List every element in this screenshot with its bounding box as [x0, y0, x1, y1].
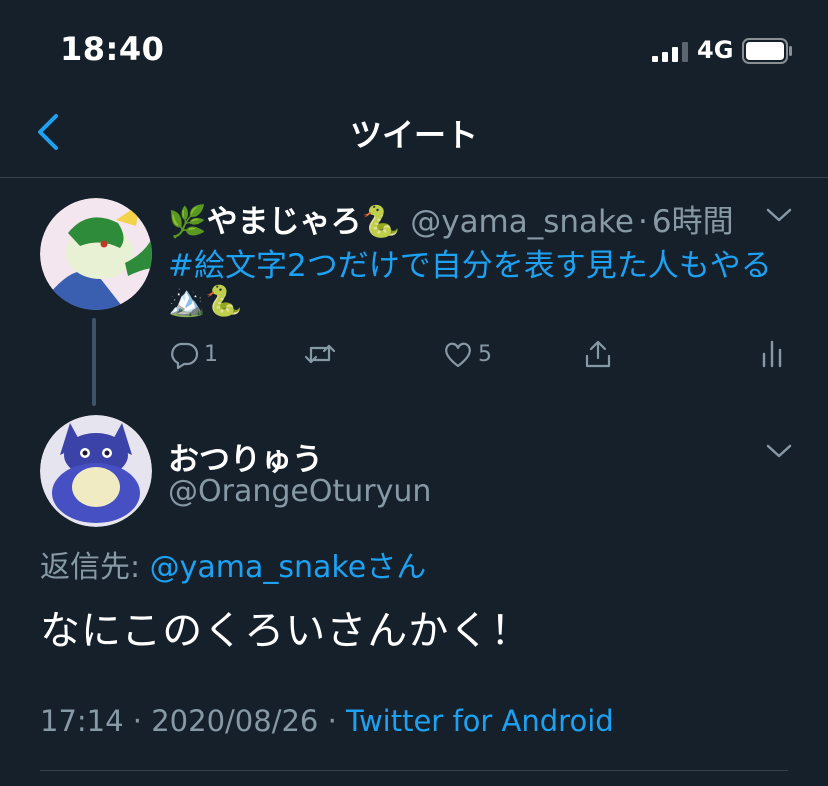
- reply-to-line: 返信先: @yama_snakeさん: [40, 542, 426, 586]
- tweet-time: 6時間: [651, 204, 734, 240]
- like-count: 5: [478, 341, 492, 367]
- reply-to-suffix: さん: [366, 550, 427, 585]
- network-type: 4G: [697, 36, 734, 64]
- tweet-text: なにこのくろいさんかく！: [40, 608, 532, 654]
- author-handle[interactable]: @yama_snake: [410, 204, 634, 240]
- like-action[interactable]: 5: [442, 336, 492, 372]
- chevron-down-icon[interactable]: [765, 442, 793, 460]
- share-action[interactable]: [582, 336, 614, 372]
- like-icon: [445, 342, 471, 368]
- name-prefix-emoji: 🌿: [168, 204, 207, 240]
- reply-to-label: 返信先:: [40, 550, 150, 585]
- page-title: ツイート: [349, 116, 478, 154]
- battery-icon: [742, 38, 792, 64]
- retweet-action[interactable]: [304, 336, 340, 372]
- reply-action[interactable]: 1: [168, 336, 218, 372]
- avatar[interactable]: [40, 198, 152, 310]
- author-name[interactable]: やまじゃろ: [207, 196, 362, 241]
- tweet-header: 🌿 やまじゃろ 🐍 @yama_snake · 6時間: [168, 196, 734, 241]
- reply-to-handle[interactable]: @yama_snake: [150, 550, 367, 585]
- share-icon: [585, 340, 611, 368]
- reply-count: 1: [204, 341, 218, 367]
- thread-connector-line: [92, 318, 96, 406]
- retweet-icon: [304, 344, 336, 364]
- avatar[interactable]: [40, 415, 152, 527]
- tweet-meta: 17:14 · 2020/08/26 · Twitter for Android: [40, 704, 614, 738]
- chevron-down-icon[interactable]: [765, 206, 793, 224]
- client-link[interactable]: Twitter for Android: [346, 704, 614, 738]
- bottom-divider: [40, 770, 788, 771]
- author-name[interactable]: おつりゅう: [168, 434, 323, 479]
- analytics-action[interactable]: [756, 336, 788, 372]
- tweet-emojis: 🏔️🐍: [168, 284, 243, 319]
- signal-bars-icon: [652, 42, 688, 62]
- status-time: 18:40: [60, 30, 165, 68]
- separator-dot: ·: [637, 204, 648, 240]
- name-suffix-emoji: 🐍: [361, 204, 401, 240]
- analytics-icon: [762, 340, 782, 368]
- header-divider: [0, 177, 828, 178]
- reply-icon: [171, 342, 199, 370]
- hashtag-link[interactable]: #絵文字2つだけで自分を表す見た人もやる: [168, 240, 772, 285]
- author-handle[interactable]: @OrangeOturyun: [168, 474, 431, 509]
- tweet-timestamp: 17:14 · 2020/08/26 ·: [40, 704, 347, 738]
